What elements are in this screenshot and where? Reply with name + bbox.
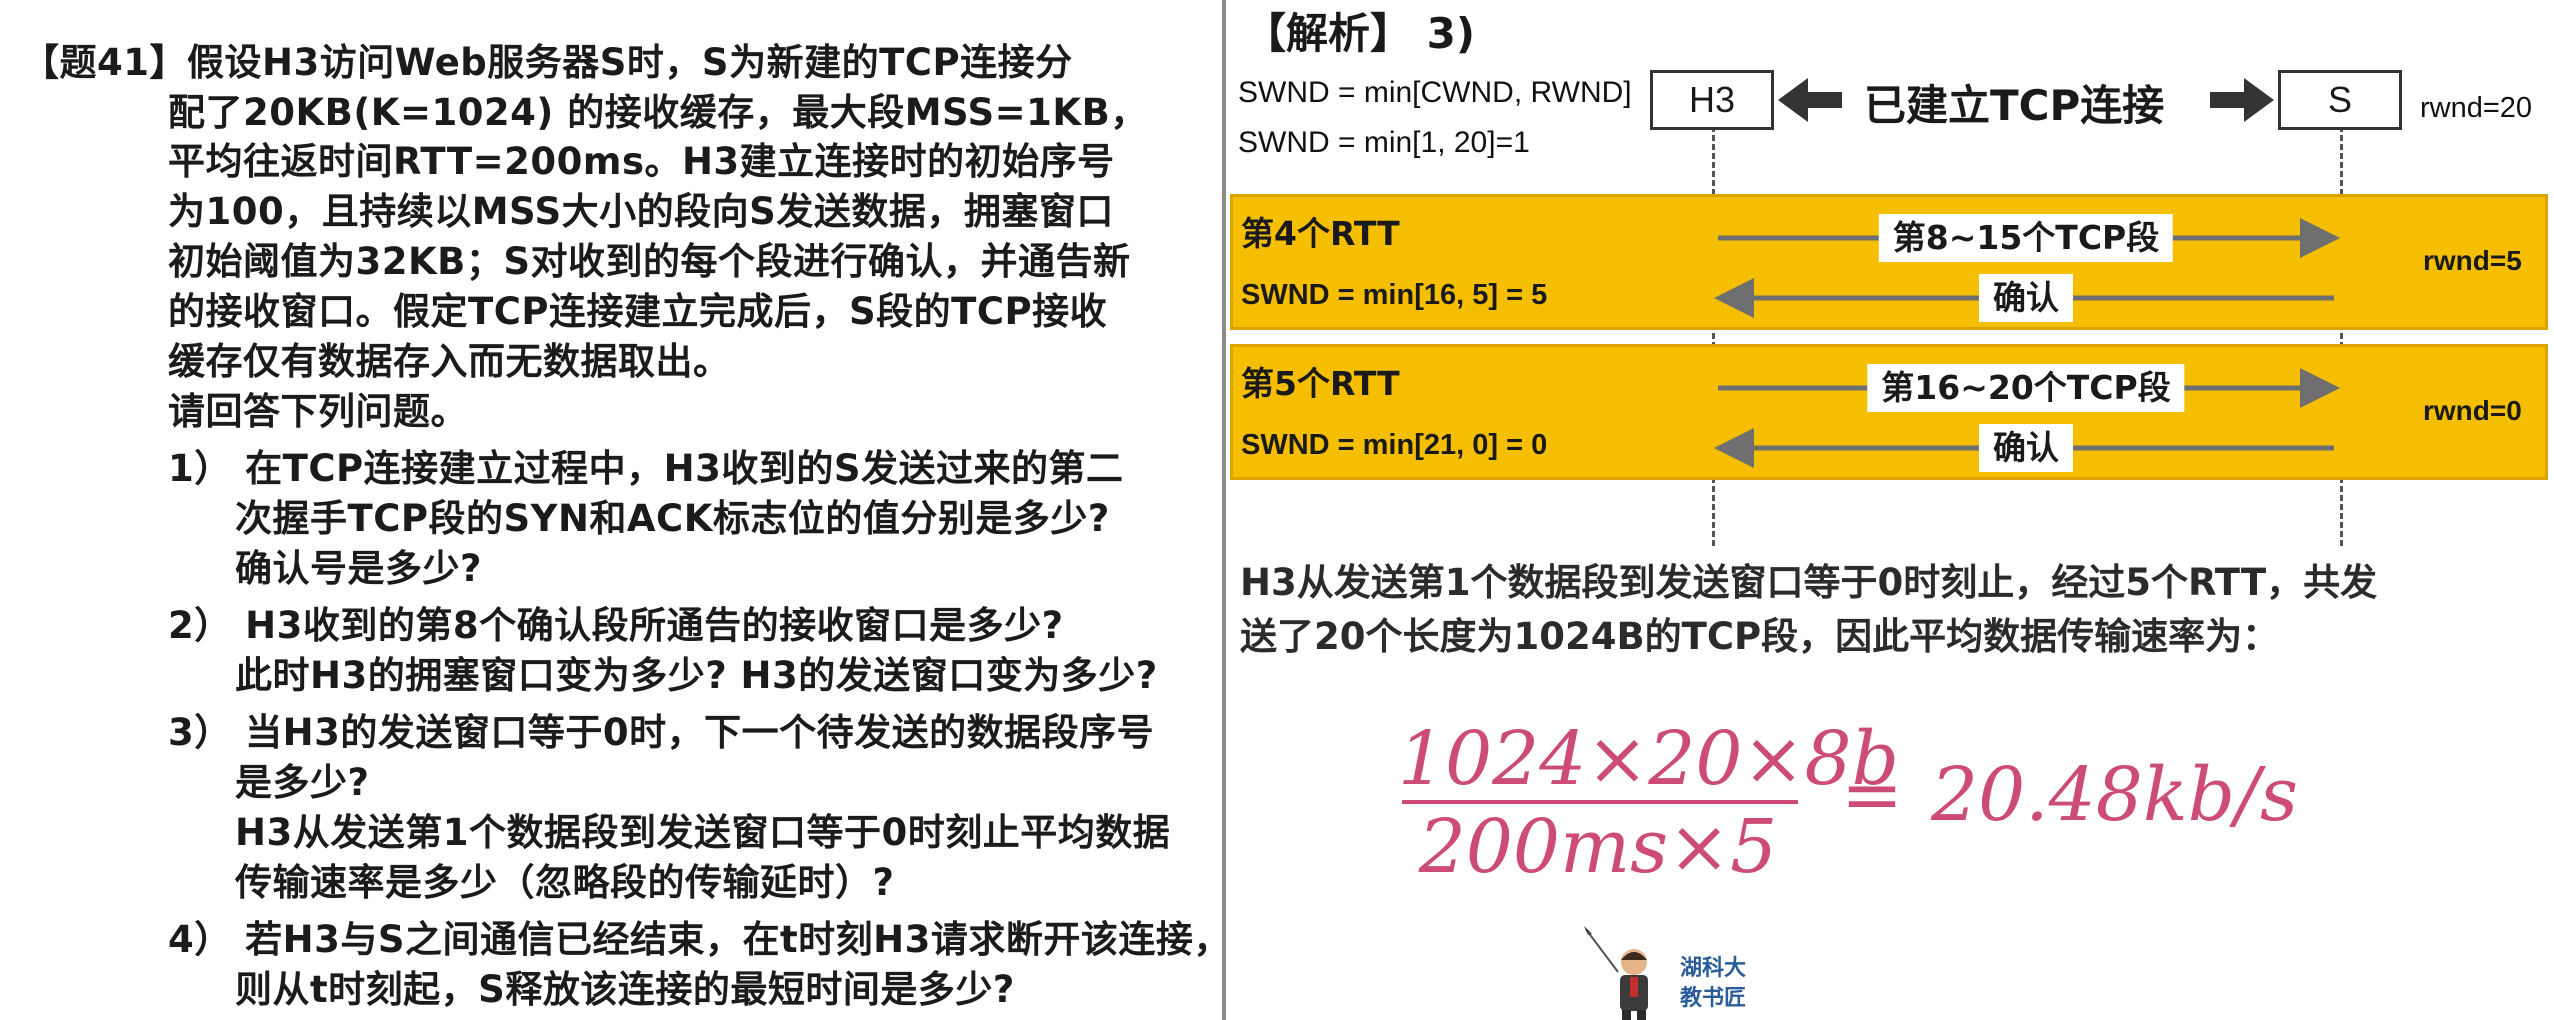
question-line: 则从t时刻起，S释放该连接的最短时间是多少? bbox=[235, 968, 1015, 1011]
question-line: 此时H3的拥塞窗口变为多少? H3的发送窗口变为多少? bbox=[235, 654, 1158, 697]
formula-numerator: 1024×20×8b bbox=[1398, 716, 1899, 802]
message-arrows bbox=[1714, 218, 2340, 468]
send-label: 第16~20个TCP段 bbox=[1867, 364, 2185, 412]
question-line: 初始阈值为32KB；S对收到的每个段进行确认，并通告新 bbox=[168, 240, 1131, 283]
question-line: 平均往返时间RTT=200ms。H3建立连接时的初始序号 bbox=[168, 140, 1115, 183]
send-label: 第8~15个TCP段 bbox=[1878, 214, 2174, 262]
sub-question-4: 4） 若H3与S之间通信已经结束，在t时刻H3请求断开该连接， bbox=[168, 918, 1231, 961]
ack-label: 确认 bbox=[1979, 274, 2073, 322]
question-line: 为100，且持续以MSS大小的段向S发送数据，拥塞窗口 bbox=[168, 190, 1114, 233]
question-line: 请回答下列问题。 bbox=[168, 390, 468, 433]
sub-question-2: 2） H3收到的第8个确认段所通告的接收窗口是多少? bbox=[168, 604, 1064, 647]
question-line: 缓存仅有数据存入而无数据取出。 bbox=[168, 340, 731, 383]
formula-denominator: 200ms×5 bbox=[1418, 804, 1778, 890]
question-line: 配了20KB(K=1024) 的接收缓存，最大段MSS=1KB， bbox=[168, 91, 1148, 134]
analysis-panel: 【解析】 3) SWND = min[CWND, RWND] SWND = mi… bbox=[1226, 0, 2554, 1020]
sub-question-1: 1） 在TCP连接建立过程中，H3收到的S发送过来的第二 bbox=[168, 447, 1124, 490]
explanation-line: 送了20个长度为1024B的TCP段，因此平均数据传输速率为： bbox=[1240, 615, 2280, 658]
question-line: 是多少? bbox=[235, 761, 370, 804]
question-line: 的接收窗口。假定TCP连接建立完成后，S段的TCP接收 bbox=[168, 290, 1108, 333]
formula-result: 20.48kb/s bbox=[1931, 752, 2298, 838]
formula-equals: = bbox=[1841, 752, 1904, 838]
watermark-line: 湖科大 bbox=[1680, 956, 1747, 981]
ack-label: 确认 bbox=[1979, 424, 2073, 472]
explanation-line: H3从发送第1个数据段到发送窗口等于0时刻止，经过5个RTT，共发 bbox=[1240, 561, 2378, 604]
question-line: 确认号是多少? bbox=[235, 547, 482, 590]
teacher-figure-icon bbox=[1584, 926, 1648, 1020]
watermark-line: 教书匠 bbox=[1680, 986, 1747, 1011]
question-line: 【题41】假设H3访问Web服务器S时，S为新建的TCP连接分 bbox=[22, 41, 1073, 84]
question-line: 次握手TCP段的SYN和ACK标志位的值分别是多少? bbox=[235, 497, 1110, 540]
sub-question-3: 3） 当H3的发送窗口等于0时，下一个待发送的数据段序号 bbox=[168, 711, 1155, 754]
question-line: H3从发送第1个数据段到发送窗口等于0时刻止平均数据 bbox=[235, 811, 1171, 854]
question-line: 传输速率是多少（忽略段的传输延时）? bbox=[235, 861, 895, 904]
question-panel: 【题41】假设H3访问Web服务器S时，S为新建的TCP连接分 配了20KB(K… bbox=[0, 0, 1230, 1020]
